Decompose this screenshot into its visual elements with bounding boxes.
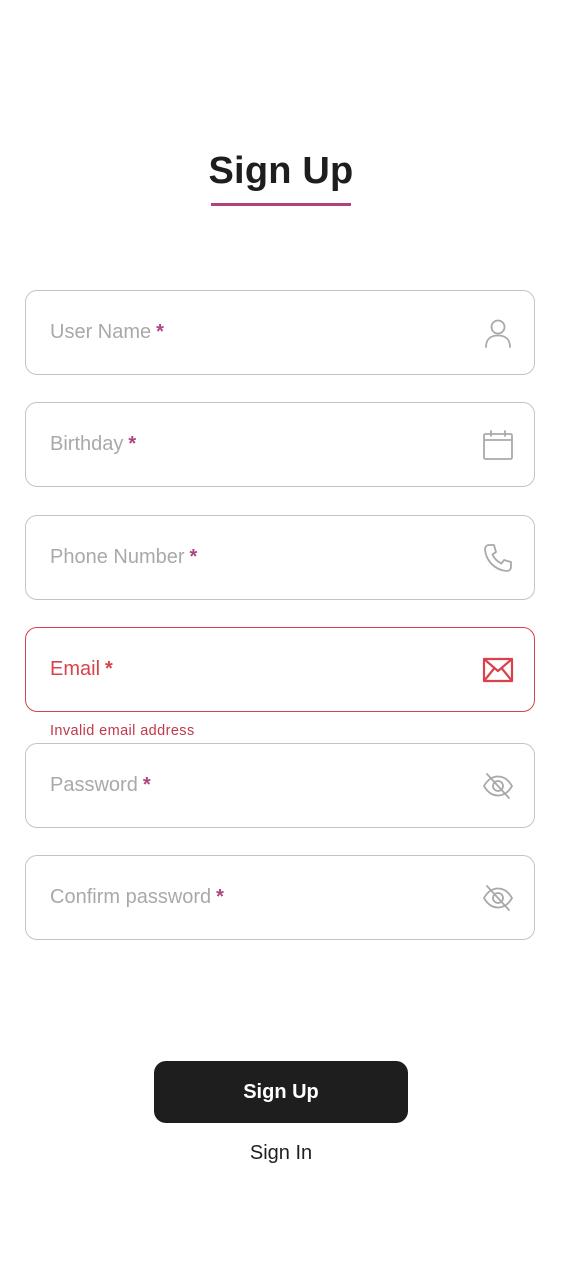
eye-off-icon[interactable] — [482, 882, 514, 914]
phone-label: Phone Number * — [50, 516, 197, 599]
required-marker: * — [156, 321, 164, 343]
required-marker: * — [128, 433, 137, 455]
phone-icon — [484, 543, 512, 572]
confirm-password-label: Confirm password * — [50, 856, 224, 939]
required-marker: * — [189, 546, 198, 568]
user-icon — [485, 319, 511, 348]
required-marker: * — [105, 658, 113, 680]
confirm-password-label-text: Confirm password — [50, 886, 212, 908]
birthday-label: Birthday * — [50, 403, 136, 486]
email-label: Email * — [50, 628, 113, 711]
calendar-icon — [483, 429, 513, 460]
birthday-field[interactable]: Birthday * — [25, 402, 535, 487]
username-label: User Name * — [50, 291, 164, 374]
confirm-password-field[interactable]: Confirm password * — [25, 855, 535, 940]
phone-label-text: Phone Number — [50, 546, 185, 568]
phone-field[interactable]: Phone Number * — [25, 515, 535, 600]
username-label-text: User Name — [50, 321, 152, 343]
title-underline — [211, 203, 351, 206]
eye-off-icon[interactable] — [482, 770, 514, 802]
required-marker: * — [142, 774, 151, 796]
password-label: Password * — [50, 744, 151, 827]
sign-in-link[interactable]: Sign In — [0, 1142, 562, 1165]
mail-icon — [482, 657, 514, 682]
email-field[interactable]: Email * — [25, 627, 535, 712]
page-title: Sign Up — [208, 150, 354, 192]
username-field[interactable]: User Name * — [25, 290, 535, 375]
birthday-label-text: Birthday — [50, 433, 124, 455]
email-label-text: Email — [50, 658, 101, 680]
email-error-message: Invalid email address — [50, 723, 195, 739]
required-marker: * — [216, 886, 224, 908]
password-label-text: Password — [50, 774, 138, 796]
sign-up-button[interactable]: Sign Up — [154, 1061, 408, 1123]
password-field[interactable]: Password * — [25, 743, 535, 828]
